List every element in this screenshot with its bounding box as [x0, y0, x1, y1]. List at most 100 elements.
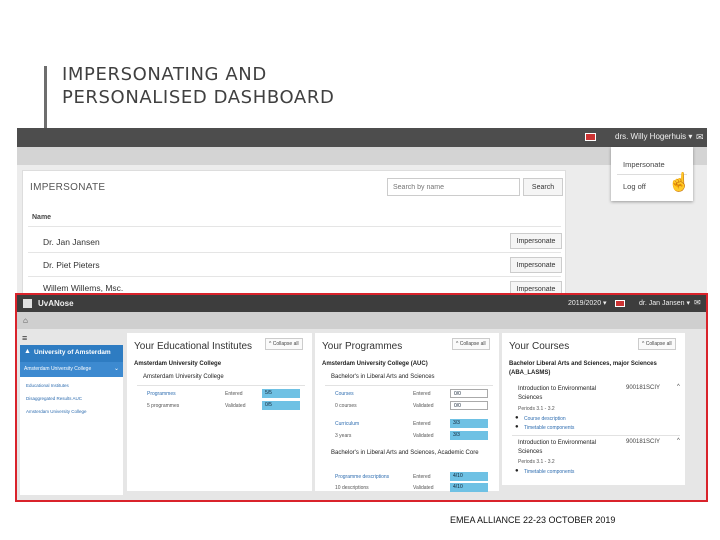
sidebar-selected-item[interactable]: Amsterdam University College ⌄	[20, 362, 123, 377]
uk-flag-icon[interactable]	[615, 300, 625, 307]
impersonate-button[interactable]: Impersonate	[510, 233, 562, 249]
mail-icon[interactable]: ✉	[694, 298, 701, 307]
programme-group[interactable]: Bachelor's in Liberal Arts and Sciences,…	[331, 449, 491, 458]
sidebar-item[interactable]: Amsterdam University College	[26, 409, 87, 414]
dropdown-log-off[interactable]: Log off	[623, 182, 646, 191]
search-button[interactable]: Search	[523, 178, 563, 196]
status-label: Validated	[225, 403, 246, 409]
brand-name[interactable]: UvANose	[38, 299, 74, 308]
institutes-panel: Your Educational Institutes ^ Collapse a…	[127, 333, 312, 491]
impersonate-screenshot: drs. Willy Hogerhuis ▾ ✉ Impersonate Log…	[17, 128, 707, 298]
progress-bar: 5/5	[262, 389, 300, 398]
sidebar-header[interactable]: ▲ University of Amsterdam	[20, 345, 123, 362]
slide-title: IMPERSONATING AND PERSONALISED DASHBOARD	[62, 63, 334, 109]
mail-icon[interactable]: ✉	[696, 132, 704, 143]
divider	[325, 385, 493, 386]
slide-title-line2: PERSONALISED DASHBOARD	[62, 87, 335, 108]
collapse-all-button[interactable]: ^ Collapse all	[452, 338, 490, 350]
course-description-link[interactable]: Course description	[524, 416, 566, 422]
course-code: 900181SCIY	[626, 385, 661, 391]
check-circle-icon: ●	[515, 424, 519, 430]
slide-title-line1: IMPERSONATING AND	[62, 64, 267, 85]
course-periods: Periods 3.1 - 3.2	[518, 459, 555, 465]
academic-year-select[interactable]: 2019/2020 ▾	[568, 299, 607, 307]
title-accent-bar	[44, 66, 47, 132]
search-input[interactable]	[387, 178, 520, 196]
chevron-down-icon: ⌄	[114, 366, 120, 372]
courses-subtitle: Bachelor Liberal Arts and Sciences, majo…	[509, 361, 657, 376]
count-label: 0 courses	[335, 403, 357, 409]
impersonate-panel: IMPERSONATE Search Name Dr. Jan Jansen I…	[22, 170, 566, 298]
sidebar-selected-label: Amsterdam University College	[24, 366, 92, 372]
status-label: Entered	[413, 391, 431, 397]
progress-bar: 0/5	[262, 401, 300, 410]
progress-bar: 3/3	[450, 419, 488, 428]
user-name: Willem Willems, Msc.	[43, 283, 124, 293]
programmes-title: Your Programmes	[322, 341, 403, 352]
collapse-all-button[interactable]: ^ Collapse all	[638, 338, 676, 350]
status-label: Entered	[413, 474, 431, 480]
progress-bar: 0/0	[450, 389, 488, 398]
timetable-components-link[interactable]: Timetable components	[524, 425, 574, 431]
slide-footer: EMEA ALLIANCE 22-23 OCTOBER 2019	[450, 515, 616, 525]
institute-subtitle: Amsterdam University College	[134, 361, 222, 367]
progress-bar: 0/0	[450, 401, 488, 410]
collapse-all-button[interactable]: ^ Collapse all	[265, 338, 303, 350]
graduation-cap-icon: ▲	[24, 348, 31, 355]
count-label: 3 years	[335, 433, 352, 439]
user-menu[interactable]: dr. Jan Jansen ▾	[639, 299, 690, 307]
institutes-title: Your Educational Institutes	[134, 341, 253, 352]
table-divider	[28, 226, 561, 227]
divider	[137, 385, 305, 386]
sidebar-header-label: University of Amsterdam	[34, 349, 111, 356]
programme-group[interactable]: Bachelor's in Liberal Arts and Sciences	[331, 374, 435, 380]
status-label: Validated	[413, 433, 434, 439]
courses-link[interactable]: Courses	[335, 391, 354, 397]
dashboard-subbar	[17, 312, 706, 329]
home-icon[interactable]: ⌂	[23, 316, 28, 325]
course-name[interactable]: Introduction to Environmental Sciences	[518, 439, 618, 457]
table-divider	[28, 252, 561, 253]
chevron-up-icon[interactable]: ^	[677, 438, 680, 444]
name-column-header: Name	[32, 214, 52, 221]
courses-panel: Your Courses ^ Collapse all Bachelor Lib…	[502, 333, 685, 485]
dashboard-screenshot: UvANose 2019/2020 ▾ dr. Jan Jansen ▾ ✉ ⌂…	[15, 293, 708, 502]
progress-bar: 3/3	[450, 431, 488, 440]
programmes-panel: Your Programmes ^ Collapse all Amsterdam…	[315, 333, 499, 492]
impersonate-title: IMPERSONATE	[30, 182, 106, 193]
user-menu[interactable]: drs. Willy Hogerhuis ▾	[615, 132, 692, 141]
sub-navbar	[17, 147, 707, 165]
dropdown-impersonate[interactable]: Impersonate	[623, 160, 665, 169]
impersonate-button[interactable]: Impersonate	[510, 257, 562, 273]
timetable-components-link[interactable]: Timetable components	[524, 469, 574, 475]
status-label: Validated	[413, 403, 434, 409]
check-circle-icon: ●	[515, 468, 519, 474]
check-circle-icon: ●	[515, 415, 519, 421]
user-name: Dr. Piet Pieters	[43, 260, 100, 270]
curriculum-link[interactable]: Curriculum	[335, 421, 359, 427]
programme-subtitle: Amsterdam University College (AUC)	[322, 361, 428, 367]
sidebar-item[interactable]: Disaggregated Results AUC	[26, 396, 82, 401]
divider	[512, 435, 680, 436]
course-name[interactable]: Introduction to Environmental Sciences	[518, 385, 618, 403]
count-label: 10 descriptions	[335, 485, 369, 491]
programmes-link[interactable]: Programmes	[147, 391, 176, 397]
chevron-up-icon[interactable]: ^	[677, 384, 680, 390]
logo-icon	[23, 299, 32, 308]
count-label: 5 programmes	[147, 403, 180, 409]
progress-bar: 4/10	[450, 472, 488, 481]
hand-cursor-icon: ☝	[668, 172, 691, 192]
status-label: Validated	[413, 485, 434, 491]
progress-bar: 4/10	[450, 483, 488, 492]
programme-descriptions-link[interactable]: Programme descriptions	[335, 474, 389, 480]
top-navbar	[17, 128, 707, 147]
uk-flag-icon[interactable]	[585, 133, 596, 141]
sidebar-item[interactable]: Educational Institutes	[26, 383, 69, 388]
institute-group[interactable]: Amsterdam University College	[143, 374, 224, 380]
status-label: Entered	[225, 391, 243, 397]
hamburger-menu-icon[interactable]: ≡	[22, 333, 27, 343]
sidebar: ▲ University of Amsterdam Amsterdam Univ…	[20, 345, 123, 495]
status-label: Entered	[413, 421, 431, 427]
course-periods: Periods 3.1 - 3.2	[518, 406, 555, 412]
table-divider	[28, 276, 561, 277]
